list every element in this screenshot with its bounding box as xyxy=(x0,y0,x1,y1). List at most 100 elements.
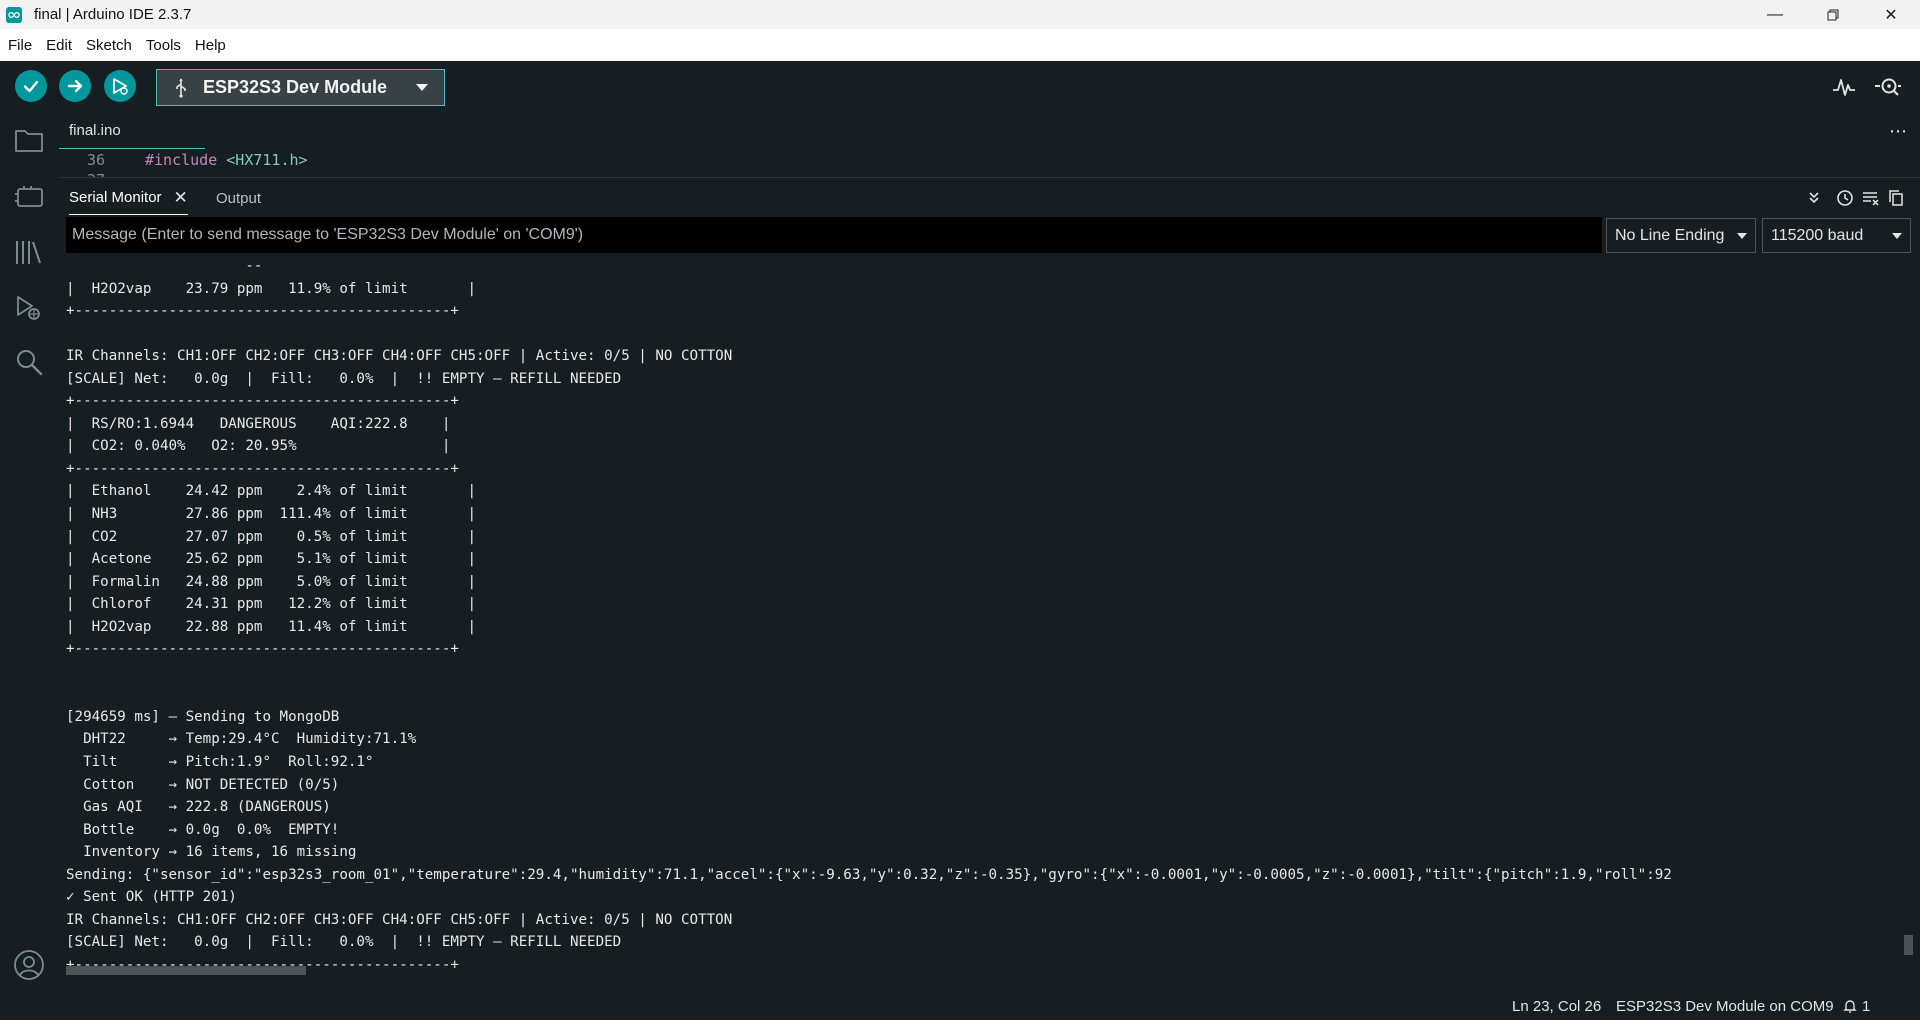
more-options-icon[interactable]: ⋯ xyxy=(1889,121,1908,142)
serial-line: -- xyxy=(66,258,263,274)
magnifier-icon xyxy=(1875,78,1901,96)
board-name: ESP32S3 Dev Module xyxy=(203,77,388,97)
serial-output[interactable]: -- | H2O2vap 23.79 ppm 11.9% of limit | +-… xyxy=(59,255,1900,968)
plotter-icon xyxy=(1833,79,1855,96)
serial-line: IR Channels: CH1:OFF CH2:OFF CH3:OFF CH4… xyxy=(66,911,733,928)
window-title: final | Arduino IDE 2.3.7 xyxy=(34,6,192,23)
toolbar: ESP32S3 Dev Module xyxy=(0,61,1920,113)
menu-sketch[interactable]: Sketch xyxy=(80,37,138,54)
close-icon[interactable]: ✕ xyxy=(174,188,188,208)
code-editor[interactable]: 36 37 #include <HX711.h> xyxy=(59,149,1920,178)
timestamp-clock-icon[interactable] xyxy=(1833,187,1857,209)
chevron-down-icon xyxy=(416,84,428,91)
check-icon xyxy=(23,80,39,93)
baud-rate-select[interactable]: 115200 baud xyxy=(1762,218,1911,253)
serial-line: | Ethanol 24.42 ppm 2.4% of limit | xyxy=(66,483,476,500)
library-manager-icon[interactable] xyxy=(12,235,46,269)
serial-output-text: -- | H2O2vap 23.79 ppm 11.9% of limit | +-… xyxy=(66,255,1672,968)
serial-line: [294659 ms] — Sending to MongoDB xyxy=(66,708,340,725)
arduino-logo-icon xyxy=(6,6,22,23)
debug-icon xyxy=(113,78,128,95)
serial-line: Inventory → 16 items, 16 missing xyxy=(66,844,357,861)
activity-bar xyxy=(0,113,59,993)
clear-output-icon[interactable] xyxy=(1859,187,1883,209)
usb-icon xyxy=(173,78,189,98)
serial-line xyxy=(66,323,1672,346)
debug-button[interactable] xyxy=(104,70,136,102)
code-header: <HX711.h> xyxy=(226,151,308,169)
serial-input-row: No Line Ending 115200 baud xyxy=(66,217,1911,253)
notifications-bell-icon[interactable] xyxy=(1842,998,1858,1016)
serial-line xyxy=(66,683,1672,706)
code-directive: #include xyxy=(145,151,218,169)
account-icon[interactable] xyxy=(12,948,46,982)
chevron-down-icon xyxy=(1737,233,1747,239)
serial-line: DHT22 → Temp:29.4°C Humidity:71.1% xyxy=(66,731,417,748)
minimize-icon[interactable]: — xyxy=(1746,0,1804,29)
board-selector[interactable]: ESP32S3 Dev Module xyxy=(156,69,445,106)
baud-rate-value: 115200 baud xyxy=(1771,226,1864,244)
menu-help[interactable]: Help xyxy=(189,37,232,54)
restore-icon[interactable] xyxy=(1804,0,1862,29)
serial-line: IR Channels: CH1:OFF CH2:OFF CH3:OFF CH4… xyxy=(66,348,733,365)
serial-line: Tilt → Pitch:1.9° Roll:92.1° xyxy=(66,754,374,771)
file-tab[interactable]: final.ino xyxy=(59,113,205,149)
serial-line: Cotton → NOT DETECTED (0/5) xyxy=(66,776,340,793)
serial-line: | H2O2vap 23.79 ppm 11.9% of limit | xyxy=(66,280,476,297)
notifications-count: 1 xyxy=(1862,998,1871,1015)
title-bar: final | Arduino IDE 2.3.7 — ✕ xyxy=(0,0,1920,29)
line-number: 36 xyxy=(87,151,106,169)
serial-monitor-button[interactable] xyxy=(1874,73,1902,101)
status-bar: Ln 23, Col 26 ESP32S3 Dev Module on COM9… xyxy=(0,993,1920,1020)
search-icon[interactable] xyxy=(12,345,46,379)
debug-sidebar-icon[interactable] xyxy=(12,291,46,325)
serial-line: Bottle → 0.0g 0.0% EMPTY! xyxy=(66,821,340,838)
chevron-double-down-icon[interactable] xyxy=(1802,187,1826,209)
serial-line: | NH3 27.86 ppm 111.4% of limit | xyxy=(66,506,476,523)
serial-line: | H2O2vap 22.88 ppm 11.4% of limit | xyxy=(66,618,476,635)
serial-line: +---------------------------------------… xyxy=(66,956,459,968)
serial-line: | Chlorof 24.31 ppm 12.2% of limit | xyxy=(66,596,476,613)
serial-line: | Formalin 24.88 ppm 5.0% of limit | xyxy=(66,573,476,590)
line-ending-value: No Line Ending xyxy=(1615,226,1725,244)
arrow-right-icon xyxy=(67,79,83,93)
serial-line: +---------------------------------------… xyxy=(66,641,459,658)
board-port-status[interactable]: ESP32S3 Dev Module on COM9 xyxy=(1616,998,1834,1015)
cursor-position[interactable]: Ln 23, Col 26 xyxy=(1512,998,1601,1015)
serial-line: +---------------------------------------… xyxy=(66,460,459,477)
serial-line xyxy=(66,661,1672,684)
tab-output-label: Output xyxy=(216,189,262,207)
tab-serial-monitor-label: Serial Monitor xyxy=(69,189,162,206)
serial-line: [SCALE] Net: 0.0g | Fill: 0.0% | !! EMPT… xyxy=(66,934,622,951)
menu-tools[interactable]: Tools xyxy=(140,37,187,54)
serial-message-input[interactable] xyxy=(66,217,1602,253)
vertical-scrollbar[interactable] xyxy=(1904,935,1913,955)
chevron-down-icon xyxy=(1892,233,1902,239)
serial-line: Sending: {"sensor_id":"esp32s3_room_01",… xyxy=(66,866,1672,883)
boards-manager-icon[interactable] xyxy=(12,180,46,214)
menu-file[interactable]: File xyxy=(2,37,38,54)
menu-edit[interactable]: Edit xyxy=(40,37,78,54)
copy-output-icon[interactable] xyxy=(1884,187,1908,209)
editor-area: final.ino ⋯ 36 37 #include <HX711.h> xyxy=(59,113,1920,178)
serial-line: | CO2: 0.040% O2: 20.95% | xyxy=(66,438,451,455)
serial-line: | CO2 27.07 ppm 0.5% of limit | xyxy=(66,528,476,545)
serial-line: [SCALE] Net: 0.0g | Fill: 0.0% | !! EMPT… xyxy=(66,370,622,387)
line-number-next: 37 xyxy=(87,171,105,177)
close-window-icon[interactable]: ✕ xyxy=(1862,0,1920,29)
serial-plotter-button[interactable] xyxy=(1830,73,1858,101)
panel-tabs: Serial Monitor ✕ Output xyxy=(59,181,1920,215)
menu-bar: File Edit Sketch Tools Help xyxy=(0,29,1920,61)
serial-line: ✓ Sent OK (HTTP 201) xyxy=(66,889,237,906)
upload-button[interactable] xyxy=(59,70,91,102)
line-ending-select[interactable]: No Line Ending xyxy=(1606,218,1756,253)
serial-line: +---------------------------------------… xyxy=(66,303,459,320)
tab-output[interactable]: Output xyxy=(216,181,261,215)
serial-line: | Acetone 25.62 ppm 5.1% of limit | xyxy=(66,551,476,568)
verify-button[interactable] xyxy=(15,70,47,102)
sketchbook-icon[interactable] xyxy=(12,123,46,157)
horizontal-scrollbar[interactable] xyxy=(66,966,306,975)
code-line: #include <HX711.h> xyxy=(145,151,308,169)
serial-line: Gas AQI → 222.8 (DANGEROUS) xyxy=(66,799,331,816)
tab-serial-monitor[interactable]: Serial Monitor ✕ xyxy=(69,181,188,215)
